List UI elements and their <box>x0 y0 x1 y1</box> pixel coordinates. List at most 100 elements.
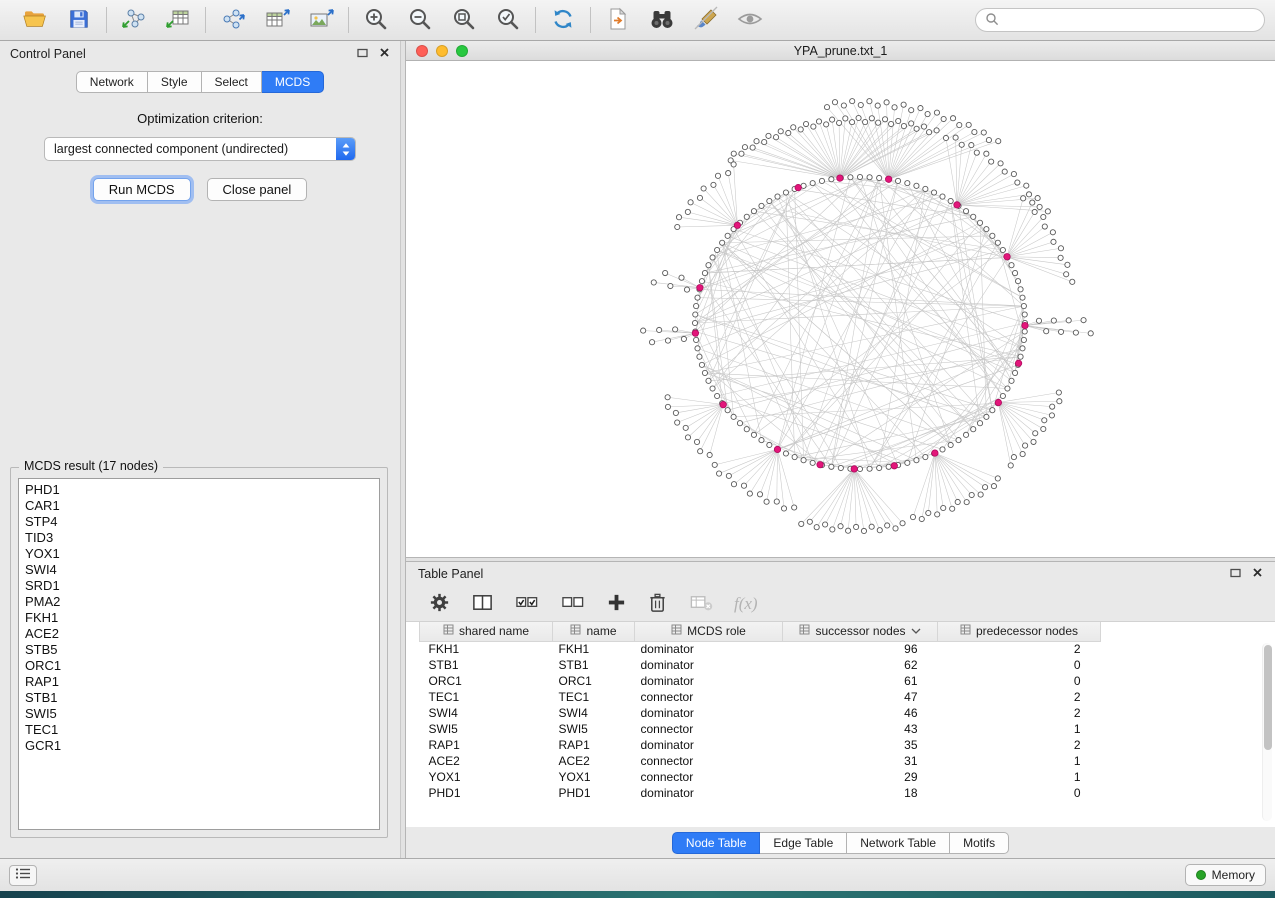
table-cell[interactable]: YOX1 <box>553 769 635 785</box>
tab-network[interactable]: Network <box>76 71 148 93</box>
table-cell[interactable]: SWI5 <box>553 721 635 737</box>
table-cell[interactable]: ORC1 <box>553 673 635 689</box>
minimize-light[interactable] <box>436 45 448 57</box>
export-network-button[interactable] <box>217 4 249 36</box>
table-scrollbar[interactable] <box>1262 643 1272 821</box>
table-cell[interactable]: PHD1 <box>420 785 553 801</box>
task-history-button[interactable] <box>9 865 37 886</box>
table-cell[interactable]: dominator <box>635 673 783 689</box>
select-all-columns-icon[interactable] <box>514 591 540 617</box>
table-row[interactable]: TEC1TEC1connector472 <box>420 689 1101 705</box>
show-columns-icon[interactable] <box>471 591 494 617</box>
table-row[interactable]: PHD1PHD1dominator180 <box>420 785 1101 801</box>
mcds-result-item[interactable]: FKH1 <box>25 610 379 626</box>
table-cell[interactable]: RAP1 <box>553 737 635 753</box>
table-row[interactable]: YOX1YOX1connector291 <box>420 769 1101 785</box>
apply-layout-button[interactable] <box>547 4 579 36</box>
optimization-criterion-select[interactable]: largest connected component (undirected) <box>44 137 356 161</box>
table-cell[interactable]: connector <box>635 769 783 785</box>
mcds-result-item[interactable]: SWI5 <box>25 706 379 722</box>
export-image-button[interactable] <box>305 4 337 36</box>
table-row[interactable]: FKH1FKH1dominator962 <box>420 641 1101 657</box>
table-cell[interactable]: dominator <box>635 737 783 753</box>
table-cell[interactable]: dominator <box>635 705 783 721</box>
table-cell[interactable]: 2 <box>938 641 1101 657</box>
mcds-result-list[interactable]: PHD1CAR1STP4TID3YOX1SWI4SRD1PMA2FKH1ACE2… <box>18 478 380 830</box>
table-cell[interactable]: SWI4 <box>553 705 635 721</box>
mcds-result-item[interactable]: CAR1 <box>25 498 379 514</box>
table-cell[interactable]: 61 <box>783 673 938 689</box>
tab-select[interactable]: Select <box>202 71 262 93</box>
network-titlebar[interactable]: YPA_prune.txt_1 <box>406 41 1275 61</box>
table-cell[interactable]: 2 <box>938 689 1101 705</box>
mcds-result-item[interactable]: PMA2 <box>25 594 379 610</box>
table-cell[interactable]: connector <box>635 753 783 769</box>
table-cell[interactable]: TEC1 <box>420 689 553 705</box>
table-mode-gear-icon[interactable] <box>428 591 451 617</box>
close-panel-icon[interactable] <box>379 47 390 61</box>
table-cell[interactable]: FKH1 <box>553 641 635 657</box>
table-row[interactable]: SWI4SWI4dominator462 <box>420 705 1101 721</box>
mcds-result-item[interactable]: TEC1 <box>25 722 379 738</box>
mcds-result-item[interactable]: PHD1 <box>25 482 379 498</box>
table-cell[interactable]: dominator <box>635 785 783 801</box>
table-cell[interactable]: SWI4 <box>420 705 553 721</box>
unselect-all-columns-icon[interactable] <box>560 591 586 617</box>
run-mcds-button[interactable]: Run MCDS <box>93 178 191 201</box>
table-cell[interactable]: SWI5 <box>420 721 553 737</box>
table-cell[interactable]: TEC1 <box>553 689 635 705</box>
table-cell[interactable]: 1 <box>938 753 1101 769</box>
table-cell[interactable]: dominator <box>635 641 783 657</box>
table-cell[interactable]: 62 <box>783 657 938 673</box>
float-table-panel-icon[interactable] <box>1230 567 1241 581</box>
table-cell[interactable]: 29 <box>783 769 938 785</box>
mcds-result-item[interactable]: STB1 <box>25 690 379 706</box>
network-graph[interactable] <box>406 61 1275 557</box>
table-cell[interactable]: ORC1 <box>420 673 553 689</box>
table-cell[interactable]: PHD1 <box>553 785 635 801</box>
table-row[interactable]: ACE2ACE2connector311 <box>420 753 1101 769</box>
tab-motifs[interactable]: Motifs <box>950 832 1009 854</box>
col-predecessor-nodes[interactable]: predecessor nodes <box>938 622 1101 641</box>
table-cell[interactable]: ACE2 <box>420 753 553 769</box>
mcds-result-item[interactable]: STB5 <box>25 642 379 658</box>
table-cell[interactable]: ACE2 <box>553 753 635 769</box>
tab-network-table[interactable]: Network Table <box>847 832 950 854</box>
table-row[interactable]: SWI5SWI5connector431 <box>420 721 1101 737</box>
table-cell[interactable]: 0 <box>938 785 1101 801</box>
table-cell[interactable]: 35 <box>783 737 938 753</box>
mcds-result-item[interactable]: RAP1 <box>25 674 379 690</box>
table-cell[interactable]: 18 <box>783 785 938 801</box>
table-row[interactable]: STB1STB1dominator620 <box>420 657 1101 673</box>
mcds-result-item[interactable]: STP4 <box>25 514 379 530</box>
style-brush-button[interactable] <box>690 4 722 36</box>
save-session-button[interactable] <box>63 4 95 36</box>
float-panel-icon[interactable] <box>357 47 368 61</box>
mcds-result-item[interactable]: ORC1 <box>25 658 379 674</box>
col-successor-nodes[interactable]: successor nodes <box>783 622 938 641</box>
tab-edge-table[interactable]: Edge Table <box>760 832 847 854</box>
first-neighbors-button[interactable] <box>646 4 678 36</box>
col-mcds-role[interactable]: MCDS role <box>635 622 783 641</box>
scrollbar-thumb[interactable] <box>1264 645 1272 750</box>
close-table-panel-icon[interactable] <box>1252 567 1263 581</box>
delete-row-trash-icon[interactable] <box>647 591 668 617</box>
mcds-result-item[interactable]: SWI4 <box>25 562 379 578</box>
search-box[interactable] <box>975 8 1265 32</box>
import-table-button[interactable] <box>162 4 194 36</box>
table-cell[interactable]: 47 <box>783 689 938 705</box>
table-cell[interactable]: STB1 <box>420 657 553 673</box>
tab-mcds[interactable]: MCDS <box>262 71 324 93</box>
table-cell[interactable]: FKH1 <box>420 641 553 657</box>
table-cell[interactable]: dominator <box>635 657 783 673</box>
import-network-button[interactable] <box>118 4 150 36</box>
table-cell[interactable]: 2 <box>938 737 1101 753</box>
table-cell[interactable]: RAP1 <box>420 737 553 753</box>
table-row[interactable]: RAP1RAP1dominator352 <box>420 737 1101 753</box>
mcds-result-item[interactable]: SRD1 <box>25 578 379 594</box>
close-light[interactable] <box>416 45 428 57</box>
mcds-result-item[interactable]: TID3 <box>25 530 379 546</box>
mcds-result-item[interactable]: ACE2 <box>25 626 379 642</box>
sort-descending-icon[interactable] <box>911 624 921 638</box>
export-table-button[interactable] <box>261 4 293 36</box>
